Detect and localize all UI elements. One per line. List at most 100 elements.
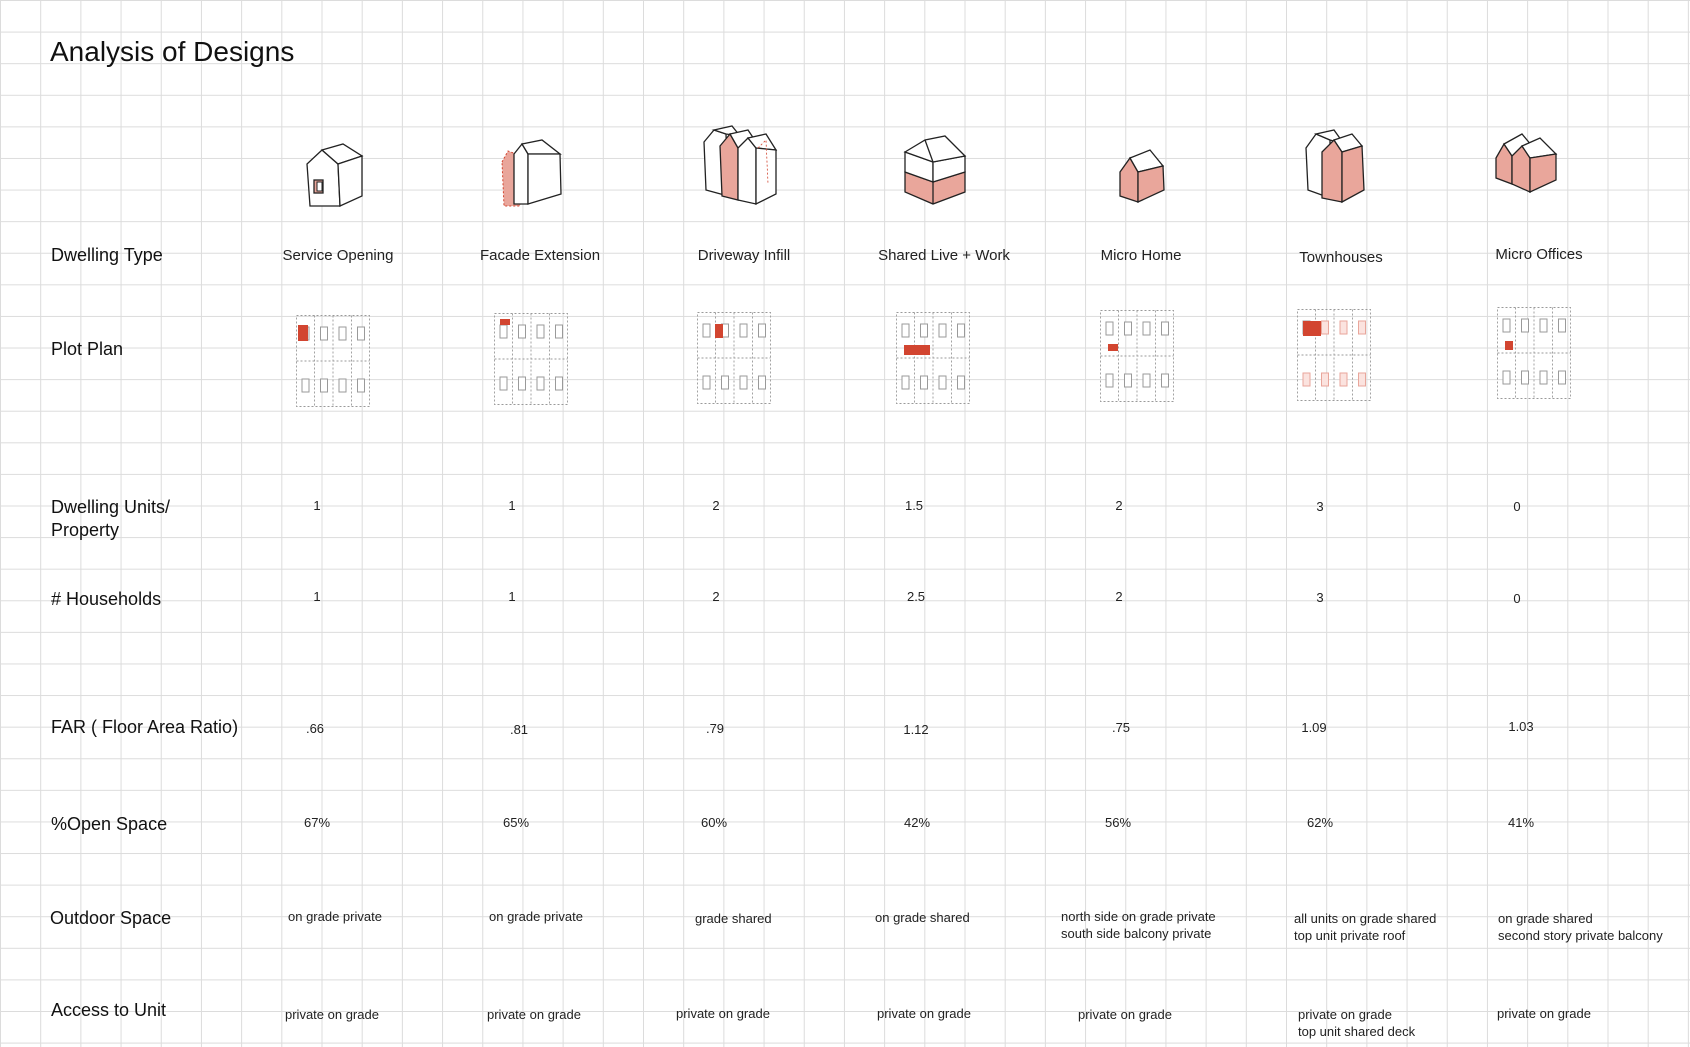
plan-highlight <box>1505 341 1513 350</box>
far-micro-home: .75 <box>1111 720 1131 735</box>
plan-house-outline <box>1358 320 1366 335</box>
row-label-open-space: %Open Space <box>51 814 168 834</box>
plan-house-outline <box>1539 318 1548 333</box>
row-label-far: FAR ( Floor Area Ratio) <box>51 717 239 737</box>
plan-house-outline <box>758 375 766 390</box>
plan-house-outline <box>920 323 928 338</box>
access-townhouses: private on grade top unit shared deck <box>1298 1007 1416 1039</box>
plan-house-outline <box>901 375 910 390</box>
outdoor-micro-offices: on grade shared second story private bal… <box>1498 911 1663 943</box>
units-townhouses: 3 <box>1316 499 1324 514</box>
plan-house-outline <box>938 375 947 390</box>
plan-house-outline <box>1124 373 1132 388</box>
plan-house-outline <box>555 324 563 339</box>
plan-house-outline <box>1124 321 1132 336</box>
plan-house-outline <box>702 375 711 390</box>
plan-highlight <box>715 324 723 338</box>
house-with-service-window-icon <box>306 143 364 207</box>
units-driveway-infill: 2 <box>712 498 720 513</box>
access-service-opening: private on grade <box>285 1007 379 1022</box>
far-driveway-infill: .79 <box>705 721 725 736</box>
plan-house-outline <box>1105 321 1114 336</box>
plot-plan-driveway-infill <box>697 312 771 404</box>
plan-house-outline <box>518 324 526 339</box>
households-micro-offices: 0 <box>1513 591 1521 606</box>
households-facade-extension: 1 <box>508 589 516 604</box>
plan-house-outline <box>1521 318 1529 333</box>
open-space-driveway-infill: 60% <box>700 815 728 830</box>
plot-plan-townhouses <box>1297 309 1371 401</box>
access-micro-offices: private on grade <box>1497 1006 1591 1021</box>
dwelling-name-facade-extension: Facade Extension <box>479 247 601 264</box>
outdoor-shared-live-work: on grade shared <box>875 910 970 925</box>
plan-highlight <box>500 319 510 325</box>
row-label-plot-plan: Plot Plan <box>51 339 124 359</box>
households-townhouses: 3 <box>1316 590 1324 605</box>
units-micro-home: 2 <box>1115 498 1123 513</box>
plan-house-outline <box>702 323 711 338</box>
households-shared-live-work: 2.5 <box>906 589 926 604</box>
micro-offices-icon <box>1495 133 1558 194</box>
households-micro-home: 2 <box>1115 589 1123 604</box>
dwelling-name-townhouses: Townhouses <box>1299 249 1383 266</box>
open-space-micro-offices: 41% <box>1507 815 1535 830</box>
plot-plan-micro-offices <box>1497 307 1571 399</box>
outdoor-micro-home: north side on grade private south side b… <box>1061 909 1216 941</box>
far-shared-live-work: 1.12 <box>903 722 929 737</box>
plan-house-outline <box>320 378 328 393</box>
plan-house-outline <box>1321 372 1329 387</box>
access-driveway-infill: private on grade <box>676 1006 770 1021</box>
page-title: Analysis of Designs <box>50 36 295 67</box>
plan-highlight <box>1108 344 1118 351</box>
access-facade-extension: private on grade <box>487 1007 581 1022</box>
plan-house-outline <box>536 324 545 339</box>
outdoor-service-opening: on grade private <box>288 909 382 924</box>
micro-home-icon <box>1119 149 1165 204</box>
plan-house-outline <box>957 323 965 338</box>
access-shared-live-work: private on grade <box>877 1006 971 1021</box>
plan-house-outline <box>920 375 928 390</box>
plan-house-outline <box>1521 370 1529 385</box>
plan-highlight <box>1303 321 1321 336</box>
dwelling-name-service-opening: Service Opening <box>282 247 394 264</box>
house-facade-extension-icon <box>501 139 562 207</box>
row-label-access: Access to Unit <box>51 1000 167 1020</box>
plan-house-outline <box>518 376 526 391</box>
plan-house-outline <box>1302 372 1311 387</box>
open-space-micro-home: 56% <box>1104 815 1132 830</box>
open-space-facade-extension: 65% <box>502 815 530 830</box>
plot-plan-facade-extension <box>494 313 568 405</box>
plot-plan-micro-home <box>1100 310 1174 402</box>
plan-house-outline <box>1142 373 1151 388</box>
units-service-opening: 1 <box>313 498 321 513</box>
row-label-dwelling-type: Dwelling Type <box>51 245 163 265</box>
plan-house-outline <box>320 326 328 341</box>
plan-house-outline <box>499 376 508 391</box>
far-service-opening: .66 <box>305 721 325 736</box>
plan-house-outline <box>1339 372 1348 387</box>
houses-driveway-infill-icon <box>703 125 778 206</box>
far-micro-offices: 1.03 <box>1508 719 1534 734</box>
plan-house-outline <box>957 375 965 390</box>
outdoor-facade-extension: on grade private <box>489 909 583 924</box>
far-townhouses: 1.09 <box>1301 720 1327 735</box>
plan-house-outline <box>357 326 365 341</box>
row-label-households: # Households <box>51 589 162 609</box>
townhouses-icon <box>1305 129 1365 204</box>
households-service-opening: 1 <box>313 589 321 604</box>
row-label-outdoor-space: Outdoor Space <box>50 908 172 928</box>
dwelling-name-shared-live-work: Shared Live + Work <box>878 247 1010 264</box>
plan-house-outline <box>536 376 545 391</box>
plan-house-outline <box>1105 373 1114 388</box>
open-space-townhouses: 62% <box>1306 815 1334 830</box>
households-driveway-infill: 2 <box>712 589 720 604</box>
dwelling-name-micro-home: Micro Home <box>1100 247 1182 264</box>
plot-plan-shared-live-work <box>896 312 970 404</box>
plan-house-outline <box>1358 372 1366 387</box>
plot-plan-service-opening <box>296 315 370 407</box>
access-micro-home: private on grade <box>1078 1007 1172 1022</box>
units-shared-live-work: 1.5 <box>904 498 924 513</box>
house-shared-live-work-icon <box>903 135 967 205</box>
plan-house-outline <box>1558 370 1566 385</box>
plan-house-outline <box>1502 370 1511 385</box>
